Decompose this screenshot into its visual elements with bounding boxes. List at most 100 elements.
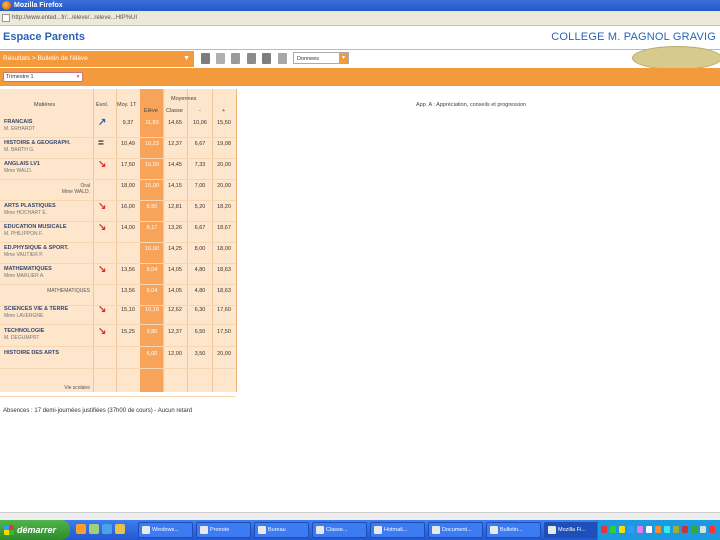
trend-down-icon: ↘ xyxy=(98,326,107,337)
accessibility-icon[interactable] xyxy=(262,53,271,64)
ie-quicklaunch-icon[interactable] xyxy=(102,524,112,534)
chevron-down-icon[interactable]: ▾ xyxy=(339,53,348,63)
row-moy: 13,56 xyxy=(121,288,135,294)
row-subject[interactable]: TECHNOLOGIE xyxy=(4,328,94,334)
row-subject[interactable]: ED.PHYSIQUE & SPORT. xyxy=(4,245,94,251)
row-teacher: Vie scolaire xyxy=(64,385,90,391)
attachment-icon[interactable] xyxy=(247,53,256,64)
row-subject[interactable]: EDUCATION MUSICALE xyxy=(4,224,94,230)
taskbar-task[interactable]: Document... xyxy=(428,522,483,538)
tray-icon[interactable] xyxy=(709,526,715,533)
display-select[interactable]: Donnees ▾ xyxy=(293,52,349,64)
row-divider xyxy=(0,179,236,180)
tray-icon[interactable] xyxy=(610,526,616,533)
row-moy: 18,00 xyxy=(121,183,135,189)
taskbar-task[interactable]: Bureau xyxy=(254,522,309,538)
table-right-border xyxy=(236,89,237,392)
absences-summary: Absences : 17 demi-journées justifiées (… xyxy=(3,408,193,414)
row-eleve: 6,50 xyxy=(146,204,158,210)
taskbar-task[interactable]: Pronote xyxy=(196,522,251,538)
address-bar[interactable]: http://www.ented...fr/.../eleve/...relev… xyxy=(0,11,720,26)
start-button[interactable]: démarrer xyxy=(0,520,70,540)
home-icon[interactable] xyxy=(201,53,210,64)
tray-icon[interactable] xyxy=(637,526,643,533)
taskbar-task[interactable]: Hotmail... xyxy=(370,522,425,538)
tray-icon[interactable] xyxy=(700,526,706,533)
period-select[interactable]: Trimestre 1 ▾ xyxy=(3,72,83,82)
row-eleve: 16,00 xyxy=(145,246,159,252)
url-text[interactable]: http://www.ented...fr/.../eleve/...relev… xyxy=(12,11,137,25)
row-min: 6,30 xyxy=(194,307,206,313)
task-app-icon xyxy=(432,526,440,534)
row-min: 7,00 xyxy=(194,183,206,189)
row-classe: 14,15 xyxy=(168,183,182,189)
tray-icon[interactable] xyxy=(664,526,670,533)
row-moy: 9,37 xyxy=(122,120,134,126)
row-subject[interactable]: ARTS PLASTIQUES xyxy=(4,203,94,209)
row-classe: 12,62 xyxy=(168,307,182,313)
windows-logo-icon xyxy=(4,525,14,535)
row-max: 20,00 xyxy=(217,183,231,189)
row-classe: 14,25 xyxy=(168,246,182,252)
tray-icon[interactable] xyxy=(673,526,679,533)
start-label: démarrer xyxy=(17,525,57,535)
tray-icon[interactable] xyxy=(655,526,661,533)
row-teacher: M. BARTH G. xyxy=(4,147,35,153)
firefox-quicklaunch-icon[interactable] xyxy=(76,524,86,534)
tray-icon[interactable] xyxy=(691,526,697,533)
tray-icon[interactable] xyxy=(628,526,634,533)
row-max: 20,00 xyxy=(217,351,231,357)
row-subject[interactable]: FRANCAIS xyxy=(4,119,94,125)
trend-down-icon: ↘ xyxy=(98,159,107,170)
tray-icon[interactable] xyxy=(646,526,652,533)
settings-icon[interactable] xyxy=(278,53,287,64)
row-moy: 10,49 xyxy=(121,141,135,147)
header-evol: Evol. xyxy=(96,102,109,108)
task-app-icon xyxy=(142,526,150,534)
row-classe: 14,05 xyxy=(168,267,182,273)
chevron-down-icon[interactable]: ▼ xyxy=(183,51,190,67)
row-subject[interactable]: SCIENCES VIE & TERRE xyxy=(4,306,94,312)
header-eleve: Elève xyxy=(144,108,158,114)
row-subject[interactable]: ANGLAIS LV1 xyxy=(4,161,94,167)
print-icon[interactable] xyxy=(231,53,240,64)
row-max: 18,67 xyxy=(217,225,231,231)
row-min: 6,67 xyxy=(194,225,206,231)
row-classe: 14,65 xyxy=(168,120,182,126)
row-max: 17,60 xyxy=(217,307,231,313)
desktop-quicklaunch-icon[interactable] xyxy=(89,524,99,534)
row-teacher: Mme VAUTIER P. xyxy=(4,252,44,258)
taskbar-task[interactable]: Mozilla Fi... xyxy=(544,522,599,538)
row-subject[interactable]: HISTOIRE & GEOGRAPH. xyxy=(4,140,94,146)
tray-icon[interactable] xyxy=(682,526,688,533)
taskbar-task[interactable]: Classe... xyxy=(312,522,367,538)
row-divider xyxy=(0,396,236,397)
breadcrumb[interactable]: Résultats > Bulletin de l'élève ▼ xyxy=(0,51,194,67)
list-icon[interactable] xyxy=(216,53,225,64)
row-eleve: 10,18 xyxy=(145,307,159,313)
row-eleve: 15,00 xyxy=(145,183,159,189)
row-divider xyxy=(0,368,236,369)
row-min: 10,06 xyxy=(193,120,207,126)
row-max: 18,63 xyxy=(217,288,231,294)
media-quicklaunch-icon[interactable] xyxy=(115,524,125,534)
row-subject[interactable]: MATHEMATIQUES xyxy=(4,266,94,272)
task-label: Pronote xyxy=(210,527,230,533)
tray-icon[interactable] xyxy=(601,526,607,533)
chevron-down-icon[interactable]: ▾ xyxy=(74,73,82,81)
task-label: Bureau xyxy=(268,527,286,533)
taskbar-task[interactable]: Windows... xyxy=(138,522,193,538)
row-divider xyxy=(0,346,236,347)
window-title-bar: Mozilla Firefox xyxy=(0,0,720,11)
header-max: + xyxy=(222,108,226,114)
row-classe: 13,26 xyxy=(168,225,182,231)
taskbar-task[interactable]: Bulletin... xyxy=(486,522,541,538)
row-subject[interactable]: HISTOIRE DES ARTS xyxy=(4,350,94,356)
row-teacher: M. ERHARDT xyxy=(4,126,36,132)
row-teacher: M. DEGUMPRT xyxy=(4,335,40,341)
tray-icon[interactable] xyxy=(619,526,625,533)
task-label: Document... xyxy=(442,527,472,533)
row-moy: 14,00 xyxy=(121,225,135,231)
trend-up-icon: ↗ xyxy=(98,117,107,128)
header-classe: Classe xyxy=(166,108,183,114)
